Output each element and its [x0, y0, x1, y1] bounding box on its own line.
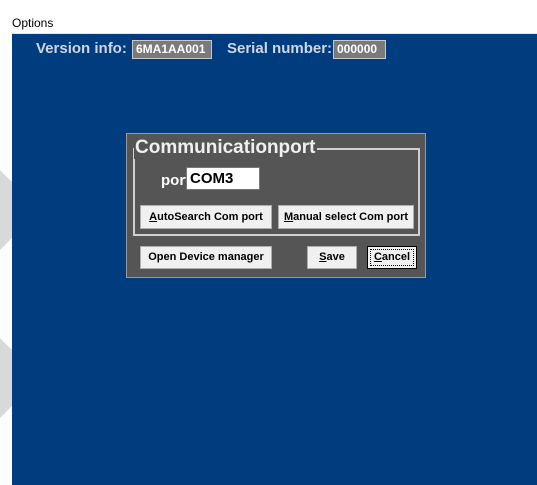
- open-device-manager-button[interactable]: Open Device manager: [140, 246, 272, 269]
- manual-select-com-port-button[interactable]: Manual select Com port: [278, 205, 414, 229]
- autosearch-mnemonic: A: [149, 211, 158, 223]
- serial-number-value: 000000: [333, 40, 386, 59]
- cancel-label: ancel: [381, 251, 411, 263]
- version-info-label: Version info:: [36, 40, 127, 57]
- save-label: ave: [326, 251, 345, 263]
- autosearch-label: utoSearch Com port: [157, 211, 263, 223]
- cancel-mnemonic: C: [373, 251, 382, 263]
- window-titlebar[interactable]: Options: [12, 10, 537, 34]
- save-button[interactable]: Save: [307, 246, 357, 269]
- manual-label: anual select Com port: [293, 211, 409, 223]
- cancel-button[interactable]: Cancel: [367, 246, 417, 269]
- window-title: Options: [12, 16, 54, 30]
- port-value-field[interactable]: COM3: [186, 167, 260, 190]
- manual-mnemonic: M: [283, 211, 294, 223]
- autosearch-com-port-button[interactable]: AutoSearch Com port: [140, 205, 272, 229]
- serial-number-label: Serial number:: [227, 40, 333, 57]
- communicationport-title: Communicationport: [134, 137, 317, 159]
- version-info-value: 6MA1AA001: [132, 40, 212, 59]
